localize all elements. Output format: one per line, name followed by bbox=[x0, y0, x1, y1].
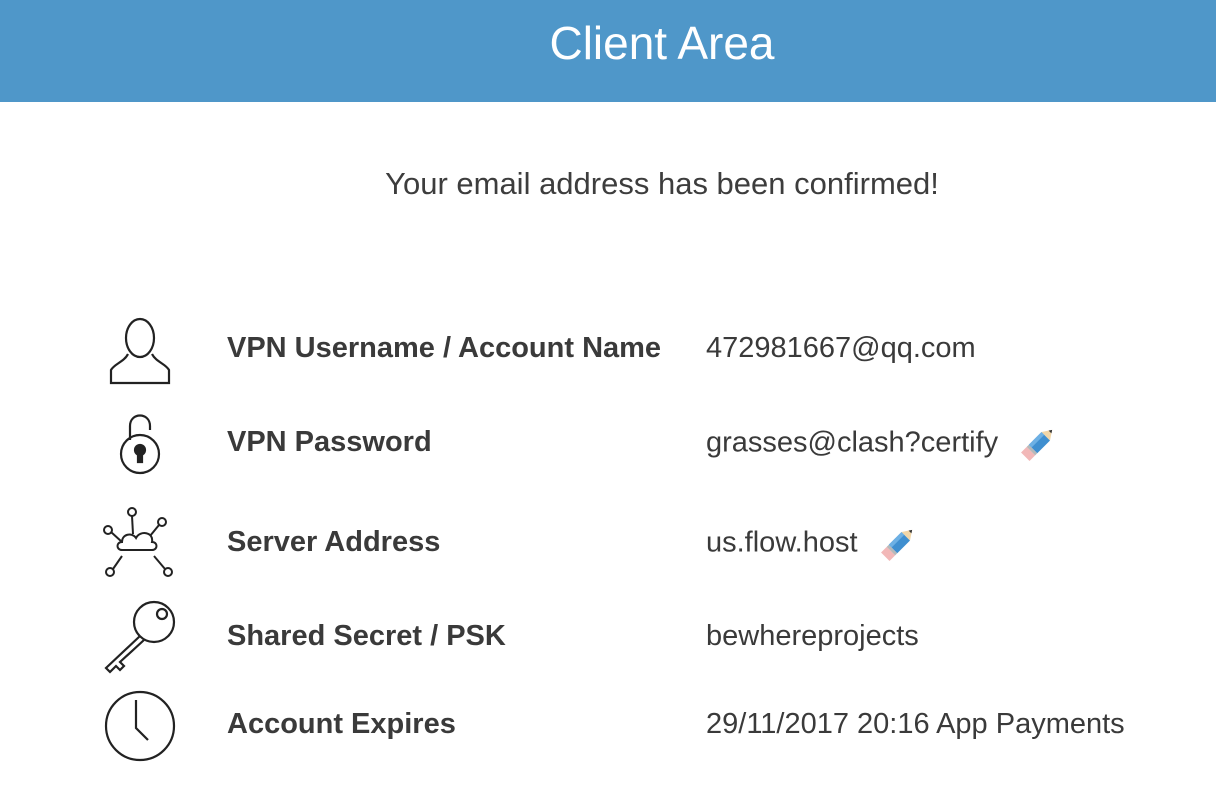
expires-value: 29/11/2017 20:16 App Payments bbox=[706, 708, 1125, 740]
row-label: VPN Password bbox=[227, 426, 432, 458]
key-icon bbox=[100, 598, 180, 678]
page-title: Client Area bbox=[549, 17, 775, 69]
password-value: grasses@clash?certify bbox=[706, 426, 999, 459]
account-row-expires: Account Expires 29/11/2017 20:16 App Pay… bbox=[0, 686, 1216, 766]
row-label: VPN Username / Account Name bbox=[227, 332, 662, 364]
username-value: 472981667@qq.com bbox=[706, 332, 976, 364]
cloud-network-icon bbox=[100, 504, 180, 584]
account-row-psk: Shared Secret / PSK bewhereprojects bbox=[0, 598, 1216, 678]
header-bar: Client Area bbox=[0, 0, 1216, 102]
row-label: Server Address bbox=[227, 526, 441, 558]
clock-icon bbox=[100, 686, 180, 766]
padlock-open-icon bbox=[100, 404, 180, 484]
account-row-password: VPN Password grasses@clash?certify bbox=[0, 404, 1216, 484]
user-icon bbox=[100, 310, 180, 390]
edit-server-pencil-icon[interactable] bbox=[876, 522, 920, 566]
server-value-wrap: us.flow.host bbox=[706, 522, 920, 566]
row-label: Account Expires bbox=[227, 708, 456, 740]
edit-password-pencil-icon[interactable] bbox=[1016, 422, 1060, 466]
row-label: Shared Secret / PSK bbox=[227, 620, 506, 652]
account-row-server: Server Address us.flow.host bbox=[0, 504, 1216, 584]
psk-value: bewhereprojects bbox=[706, 620, 919, 652]
confirmation-message: Your email address has been confirmed! bbox=[385, 166, 939, 201]
server-value: us.flow.host bbox=[706, 526, 858, 559]
password-value-wrap: grasses@clash?certify bbox=[706, 422, 1060, 466]
account-row-username: VPN Username / Account Name 472981667@qq… bbox=[0, 310, 1216, 390]
